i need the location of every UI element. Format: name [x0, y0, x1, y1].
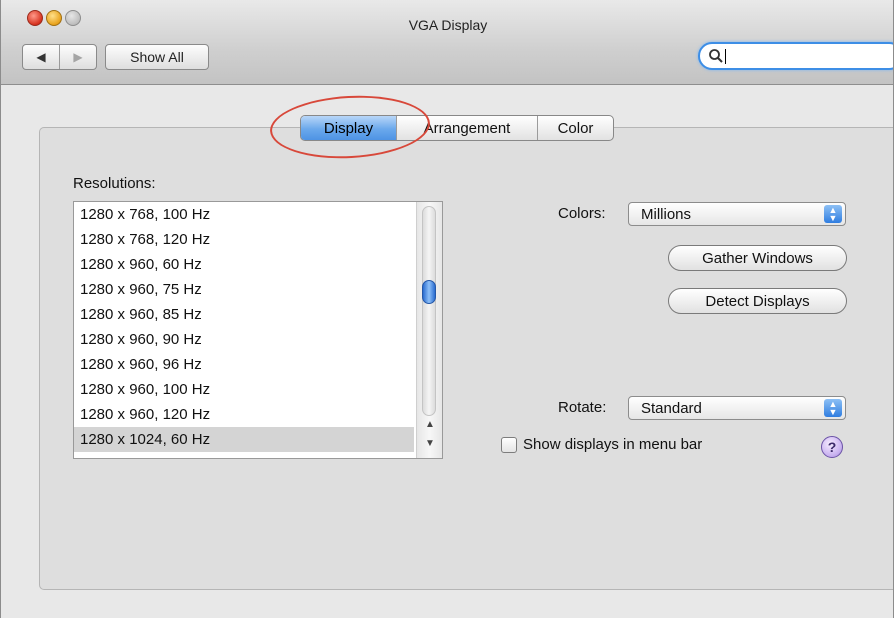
resolution-item[interactable]: 1280 x 768, 120 Hz	[74, 227, 414, 252]
detect-displays-button[interactable]: Detect Displays	[668, 288, 847, 314]
search-field[interactable]	[698, 42, 893, 70]
gather-windows-button[interactable]: Gather Windows	[668, 245, 847, 271]
resolution-item[interactable]: 1280 x 960, 90 Hz	[74, 327, 414, 352]
resolutions-list[interactable]: 1280 x 768, 100 Hz 1280 x 768, 120 Hz 12…	[73, 201, 443, 459]
rotate-label: Rotate:	[558, 399, 607, 416]
window-title: VGA Display	[408, 17, 488, 33]
forward-button[interactable]: ▶	[60, 45, 96, 69]
show-displays-menu-bar-option[interactable]: Show displays in menu bar	[501, 436, 702, 453]
resolution-item[interactable]: 1280 x 960, 75 Hz	[74, 277, 414, 302]
resolution-item[interactable]: 1280 x 960, 60 Hz	[74, 252, 414, 277]
resolutions-scrollbar[interactable]: ▲ ▼	[416, 202, 442, 458]
resolution-item-selected[interactable]: 1280 x 1024, 60 Hz	[74, 427, 414, 452]
show-displays-checkbox[interactable]	[501, 436, 517, 453]
popup-arrows-icon: ▲ ▼	[824, 399, 842, 417]
scroll-down-arrow-icon[interactable]: ▼	[424, 437, 436, 451]
search-input[interactable]	[726, 48, 890, 64]
back-button[interactable]: ◀	[23, 45, 60, 69]
colors-value: Millions	[641, 205, 692, 223]
help-button[interactable]: ?	[821, 436, 843, 458]
forward-arrow-icon: ▶	[73, 50, 83, 64]
rotate-value: Standard	[641, 399, 702, 417]
scroll-thumb[interactable]	[422, 280, 436, 304]
resolution-item[interactable]: 1280 x 960, 100 Hz	[74, 377, 414, 402]
colors-popup[interactable]: Millions ▲ ▼	[628, 202, 846, 226]
search-icon	[708, 48, 724, 64]
resolution-item[interactable]: 1280 x 768, 100 Hz	[74, 202, 414, 227]
scroll-up-arrow-icon[interactable]: ▲	[424, 418, 436, 432]
resolution-item[interactable]: 1280 x 960, 120 Hz	[74, 402, 414, 427]
popup-arrows-icon: ▲ ▼	[824, 205, 842, 223]
show-all-button[interactable]: Show All	[105, 44, 209, 70]
rotate-popup[interactable]: Standard ▲ ▼	[628, 396, 846, 420]
title-bar: VGA Display ◀ ▶ Show All	[1, 0, 893, 85]
tab-color[interactable]: Color	[538, 116, 613, 140]
preferences-window: VGA Display ◀ ▶ Show All Display Arrange…	[0, 0, 894, 618]
scroll-track[interactable]	[422, 206, 436, 416]
back-arrow-icon: ◀	[36, 50, 46, 64]
show-displays-label: Show displays in menu bar	[523, 436, 703, 453]
back-forward-control: ◀ ▶	[22, 44, 97, 70]
resolution-item[interactable]: 1280 x 960, 85 Hz	[74, 302, 414, 327]
resolution-item[interactable]: 1280 x 960, 96 Hz	[74, 352, 414, 377]
resolutions-label: Resolutions:	[73, 175, 156, 192]
colors-label: Colors:	[558, 205, 606, 222]
